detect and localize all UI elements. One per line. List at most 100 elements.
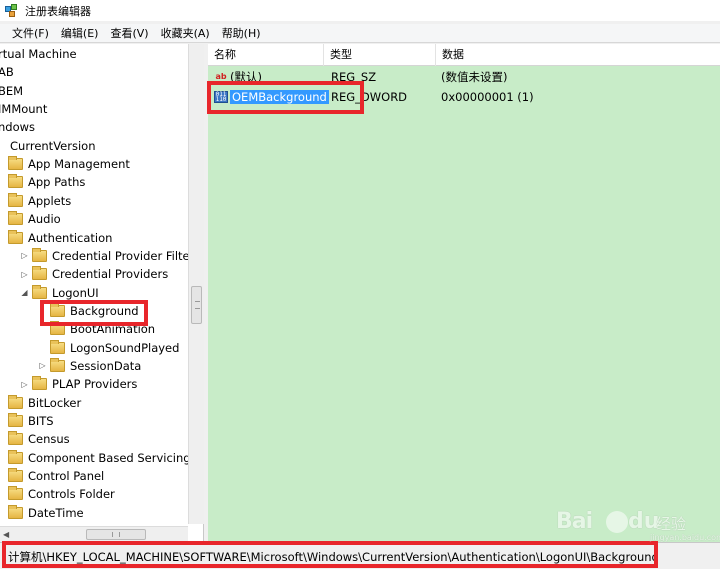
tree-item-label: BootAnimation xyxy=(70,322,156,337)
tree-vertical-scroll-thumb[interactable] xyxy=(191,286,202,324)
tree-item[interactable]: App Paths xyxy=(8,173,85,191)
value-type: REG_DWORD xyxy=(331,90,408,104)
tree-item[interactable]: Authentication xyxy=(8,229,112,247)
tree-item[interactable]: App Management xyxy=(8,155,130,173)
menu-edit[interactable]: 编辑(E) xyxy=(55,25,105,42)
value-data: 0x00000001 (1) xyxy=(441,90,534,104)
tree-item-label: LogonUI xyxy=(52,285,99,300)
value-row-default[interactable]: ab (默认) REG_SZ (数值未设置) xyxy=(208,67,720,87)
registry-key-tree[interactable]: rtual Machine AB BEM IMMount ndows CurrentVer… xyxy=(0,44,204,542)
menu-file[interactable]: 文件(F) xyxy=(6,25,55,42)
tree-item[interactable]: BEM xyxy=(0,82,23,100)
values-list-header: 名称 类型 数据 xyxy=(208,44,720,66)
folder-icon xyxy=(8,468,23,483)
tree-item[interactable]: ◢ LogonUI xyxy=(20,284,99,302)
tree-item[interactable]: Control Panel xyxy=(8,467,104,485)
value-name: (默认) xyxy=(230,70,262,84)
watermark-brand-cn: 经验 xyxy=(656,515,687,533)
tree-item[interactable]: LogonSoundPlayed xyxy=(38,339,179,357)
tree-item-label: Applets xyxy=(28,193,72,208)
expander-closed-icon[interactable]: ▷ xyxy=(20,270,29,279)
value-type: REG_SZ xyxy=(331,70,377,84)
folder-icon xyxy=(50,321,65,336)
tree-item[interactable]: AB xyxy=(0,63,14,81)
expander-closed-icon[interactable]: ▷ xyxy=(38,361,47,370)
folder-icon xyxy=(50,339,65,354)
menu-view[interactable]: 查看(V) xyxy=(104,25,154,42)
folder-icon xyxy=(32,266,47,281)
status-bar: 计算机\HKEY_LOCAL_MACHINE\SOFTWARE\Microsof… xyxy=(0,542,720,569)
column-header-name[interactable]: 名称 xyxy=(208,44,324,66)
folder-icon xyxy=(8,156,23,171)
values-list[interactable]: 名称 类型 数据 ab (默认) REG_SZ (数值未设置) 011 110 O… xyxy=(208,44,720,542)
folder-icon xyxy=(32,247,47,262)
expander-open-icon[interactable]: ◢ xyxy=(20,288,29,297)
scroll-left-arrow-icon[interactable]: ◀ xyxy=(3,530,9,539)
tree-item-label: BEM xyxy=(0,83,24,98)
tree-item-label: Background xyxy=(70,303,139,318)
folder-icon xyxy=(8,211,23,226)
folder-icon xyxy=(50,302,65,317)
menu-favorites[interactable]: 收藏夹(A) xyxy=(155,25,216,42)
tree-item[interactable]: Applets xyxy=(8,192,71,210)
status-key-path: 计算机\HKEY_LOCAL_MACHINE\SOFTWARE\Microsof… xyxy=(8,550,659,564)
tree-item-label: Control Panel xyxy=(28,469,105,484)
value-row-oembackground[interactable]: 011 110 OEMBackground REG_DWORD 0x0000000… xyxy=(208,87,720,107)
tree-item-label: App Paths xyxy=(28,175,86,190)
string-value-icon: ab xyxy=(215,72,227,81)
tree-item-label: BITS xyxy=(28,414,54,428)
tree-item-label: Credential Provider Filters xyxy=(52,248,201,263)
tree-item[interactable]: BITS xyxy=(8,412,54,430)
tree-item-label: ndows xyxy=(0,120,36,135)
watermark-url: jingyan.baidu.com xyxy=(650,533,720,542)
tree-item[interactable]: CurrentVersion xyxy=(10,137,95,155)
folder-icon xyxy=(50,357,65,372)
tree-horizontal-scrollbar[interactable]: ◀ xyxy=(0,526,188,542)
folder-icon xyxy=(8,504,23,519)
tree-horizontal-scroll-thumb[interactable] xyxy=(86,529,146,540)
watermark-brand-a: Bai xyxy=(556,509,593,534)
folder-icon xyxy=(32,376,47,391)
tree-item[interactable]: DateTime xyxy=(8,504,84,522)
regedit-app-icon xyxy=(5,3,19,18)
value-name-selected[interactable]: OEMBackground xyxy=(230,90,329,104)
tree-item[interactable]: ▷ SessionData xyxy=(38,357,141,375)
folder-icon xyxy=(8,431,23,446)
tree-vertical-scrollbar[interactable] xyxy=(188,44,204,524)
menu-bar: 文件(F) 编辑(E) 查看(V) 收藏夹(A) 帮助(H) xyxy=(0,24,720,43)
expander-closed-icon[interactable]: ▷ xyxy=(20,380,29,389)
tree-item[interactable]: BitLocker xyxy=(8,394,81,412)
title-bar: 注册表编辑器 xyxy=(0,0,720,21)
tree-item-label: LogonSoundPlayed xyxy=(70,340,180,355)
column-header-data[interactable]: 数据 xyxy=(436,44,720,66)
folder-icon xyxy=(8,394,23,409)
tree-item[interactable]: Background xyxy=(38,302,139,320)
folder-icon xyxy=(8,486,23,501)
tree-item-label: Audio xyxy=(28,212,61,227)
menu-help[interactable]: 帮助(H) xyxy=(216,25,267,42)
tree-item[interactable]: Audio xyxy=(8,210,61,228)
tree-item[interactable]: Component Based Servicing xyxy=(8,449,191,467)
tree-item[interactable]: Controls Folder xyxy=(8,485,115,503)
folder-icon xyxy=(8,413,23,427)
tree-item[interactable]: ▷ Credential Provider Filters xyxy=(20,247,200,265)
tree-item[interactable]: Census xyxy=(8,430,70,448)
tree-item[interactable]: ndows xyxy=(0,118,35,136)
tree-item[interactable]: rtual Machine xyxy=(0,45,77,63)
tree-item-label: DateTime xyxy=(28,505,84,520)
tree-item-label: Census xyxy=(28,432,70,447)
tree-item-label: PLAP Providers xyxy=(52,377,138,392)
tree-item[interactable]: BootAnimation xyxy=(38,320,155,338)
expander-closed-icon[interactable]: ▷ xyxy=(20,251,29,260)
folder-icon xyxy=(32,284,47,299)
tree-item[interactable]: IMMount xyxy=(0,100,47,118)
tree-item[interactable]: ▷ PLAP Providers xyxy=(20,375,137,393)
column-header-type[interactable]: 类型 xyxy=(324,44,436,66)
tree-item-label: Controls Folder xyxy=(28,487,115,502)
tree-item-label: App Management xyxy=(28,157,130,172)
paw-logo-icon xyxy=(606,511,628,533)
tree-item-label: Authentication xyxy=(28,230,113,245)
tree-item[interactable]: ▷ Credential Providers xyxy=(20,265,168,283)
tree-item-label: IMMount xyxy=(0,102,48,117)
binary-value-icon: 011 110 xyxy=(214,91,228,103)
